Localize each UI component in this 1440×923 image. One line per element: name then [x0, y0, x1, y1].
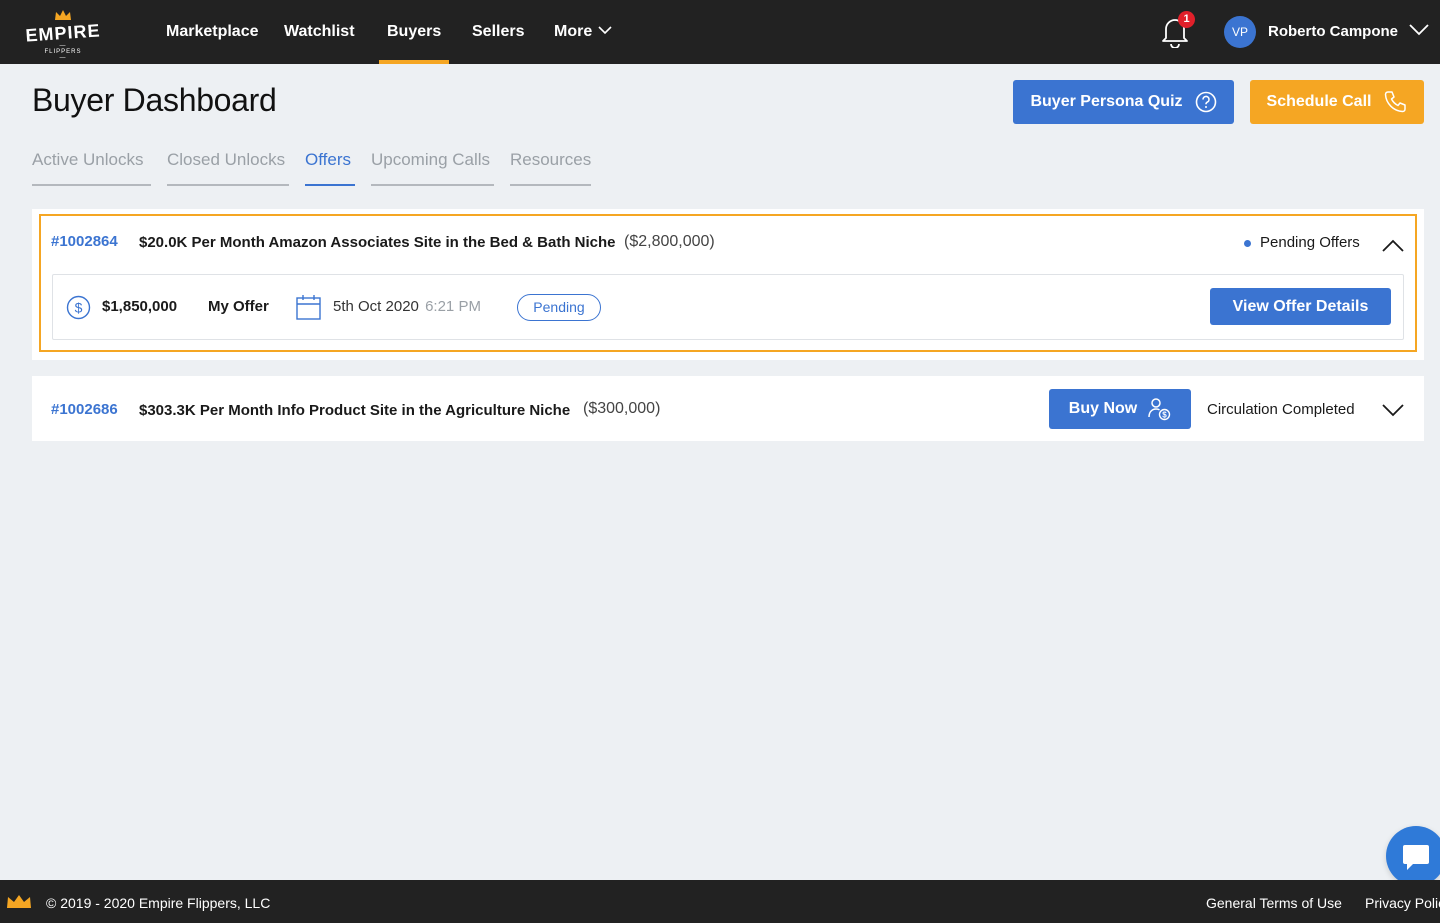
live-chat-button[interactable]: [1386, 826, 1440, 886]
tab-upcoming-calls[interactable]: Upcoming Calls: [371, 150, 494, 186]
chat-icon: [1403, 845, 1429, 870]
listing-title[interactable]: $20.0K Per Month Amazon Associates Site …: [139, 234, 616, 251]
tab-active-unlocks[interactable]: Active Unlocks: [32, 150, 151, 186]
logo-subtitle: — FLIPPERS —: [44, 43, 82, 61]
buyer-persona-quiz-button[interactable]: Buyer Persona Quiz: [1013, 80, 1234, 124]
tab-offers[interactable]: Offers: [305, 150, 355, 186]
nav-watchlist[interactable]: Watchlist: [284, 0, 355, 64]
buy-now-label: Buy Now: [1068, 400, 1138, 417]
listing-title[interactable]: $303.3K Per Month Info Product Site in t…: [139, 402, 570, 419]
offer-label: My Offer: [208, 298, 269, 315]
empire-flippers-logo[interactable]: EMPIRE — FLIPPERS —: [22, 10, 104, 61]
listing-price: ($300,000): [583, 400, 661, 417]
phone-icon: [1385, 91, 1407, 113]
dollar-circle-icon: $: [66, 295, 91, 320]
footer-link-terms[interactable]: General Terms of Use: [1206, 880, 1342, 923]
offer-date-text: 5th Oct 2020: [333, 298, 419, 315]
nav-sellers[interactable]: Sellers: [472, 0, 524, 64]
offer-date: 5th Oct 2020 6:21 PM: [333, 298, 481, 315]
calendar-icon: [296, 295, 321, 320]
status-dot: [1244, 240, 1251, 247]
user-avatar[interactable]: VP: [1224, 16, 1256, 48]
svg-text:$: $: [75, 300, 83, 316]
nav-more[interactable]: More: [554, 0, 612, 64]
tab-resources[interactable]: Resources: [510, 150, 591, 186]
offer-status-badge: Pending: [517, 294, 601, 321]
tab-closed-unlocks[interactable]: Closed Unlocks: [167, 150, 289, 186]
offer-time: 6:21 PM: [425, 298, 481, 315]
crown-icon: [55, 10, 71, 20]
listing-status: Circulation Completed: [1207, 401, 1355, 418]
notification-badge: 1: [1178, 11, 1195, 28]
listing-card: #1002686 $303.3K Per Month Info Product …: [32, 376, 1424, 441]
listing-price: ($2,800,000): [624, 233, 715, 250]
listing-id[interactable]: #1002864: [51, 233, 118, 250]
svg-text:$: $: [1162, 411, 1167, 420]
user-dollar-icon: $: [1148, 398, 1171, 421]
user-name[interactable]: Roberto Campone: [1268, 0, 1398, 64]
page-title: Buyer Dashboard: [32, 82, 277, 118]
listing-card-highlight: #1002864 $20.0K Per Month Amazon Associa…: [39, 214, 1417, 352]
listing-status: Pending Offers: [1260, 234, 1360, 251]
schedule-call-button[interactable]: Schedule Call: [1250, 80, 1424, 124]
chevron-up-icon[interactable]: [1381, 238, 1405, 254]
nav-marketplace[interactable]: Marketplace: [166, 0, 259, 64]
listing-card: #1002864 $20.0K Per Month Amazon Associa…: [32, 209, 1424, 360]
footer: © 2019 - 2020 Empire Flippers, LLC Gener…: [0, 880, 1440, 923]
chevron-down-icon[interactable]: [1381, 402, 1405, 418]
offer-amount: $1,850,000: [102, 298, 178, 315]
schedule-button-label: Schedule Call: [1266, 93, 1372, 110]
question-circle-icon: [1195, 91, 1216, 113]
crown-icon: [7, 895, 31, 908]
view-offer-details-button[interactable]: View Offer Details: [1210, 288, 1391, 325]
top-navbar: EMPIRE — FLIPPERS — Marketplace Watchlis…: [0, 0, 1440, 64]
nav-buyers[interactable]: Buyers: [378, 0, 450, 64]
quiz-button-label: Buyer Persona Quiz: [1030, 93, 1183, 110]
offer-row: $ $1,850,000 My Offer 5th Oct 2020 6:21 …: [52, 274, 1404, 340]
chevron-down-icon: [598, 26, 612, 34]
user-menu-chevron-icon[interactable]: [1408, 22, 1430, 38]
notifications-button[interactable]: 1: [1160, 11, 1195, 50]
listing-id[interactable]: #1002686: [51, 401, 118, 418]
nav-more-label: More: [554, 23, 593, 40]
buy-now-button[interactable]: Buy Now $: [1049, 389, 1191, 429]
copyright-text: © 2019 - 2020 Empire Flippers, LLC: [46, 895, 271, 911]
footer-link-privacy[interactable]: Privacy Polic: [1365, 880, 1440, 923]
